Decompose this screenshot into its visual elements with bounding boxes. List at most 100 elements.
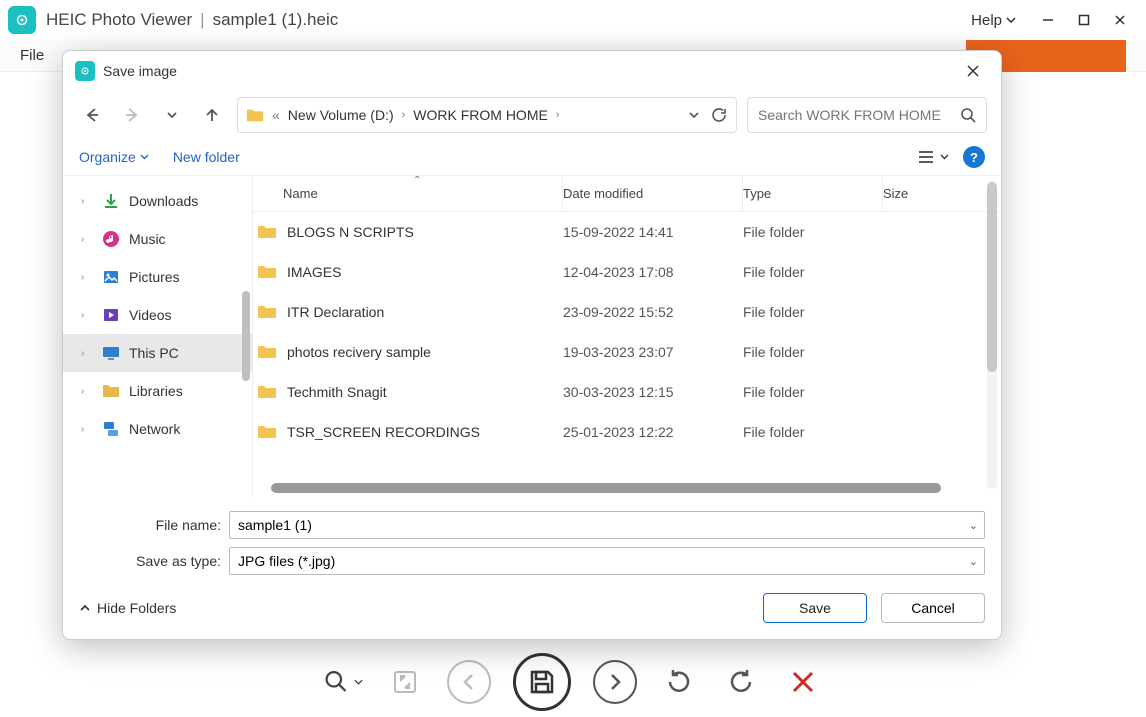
nav-back-button[interactable] (77, 100, 107, 130)
row-date: 19-03-2023 23:07 (563, 344, 743, 360)
list-vscrollbar-thumb[interactable] (987, 182, 997, 372)
folder-tree: › Downloads › Music ›Pictures›Videos›This PC… (63, 176, 253, 497)
organize-menu[interactable]: Organize (79, 149, 149, 165)
row-type: File folder (743, 344, 883, 360)
expand-icon[interactable]: › (81, 196, 93, 207)
list-row[interactable]: ITR Declaration23-09-2022 15:52File fold… (253, 292, 1001, 332)
refresh-icon[interactable] (710, 106, 728, 124)
tree-item-label: Music (129, 231, 166, 247)
folder-icon (253, 304, 283, 320)
next-button[interactable] (593, 660, 637, 704)
previous-button[interactable] (447, 660, 491, 704)
expand-icon[interactable]: › (81, 272, 93, 283)
title-separator: | (200, 10, 204, 30)
pictures-icon (101, 267, 121, 287)
chevron-down-icon (940, 154, 949, 160)
delete-button[interactable] (783, 662, 823, 702)
fullscreen-button[interactable] (385, 662, 425, 702)
help-menu[interactable]: Help (971, 12, 1016, 29)
row-type: File folder (743, 264, 883, 280)
arrow-up-icon (203, 106, 221, 124)
row-type: File folder (743, 224, 883, 240)
expand-icon[interactable]: › (81, 234, 93, 245)
magnifier-icon (323, 667, 350, 697)
tree-item-libraries[interactable]: ›Libraries (63, 372, 252, 410)
search-icon[interactable] (960, 107, 976, 123)
expand-icon[interactable]: › (81, 348, 93, 359)
expand-icon[interactable]: › (81, 310, 93, 321)
search-input[interactable] (758, 107, 960, 123)
tree-item-music[interactable]: › Music (63, 220, 252, 258)
tree-scrollbar-thumb[interactable] (242, 291, 250, 381)
list-row[interactable]: Techmith Snagit30-03-2023 12:15File fold… (253, 372, 1001, 412)
app-logo-icon (8, 6, 36, 34)
col-type[interactable]: Type (743, 176, 883, 211)
hide-folders-toggle[interactable]: Hide Folders (79, 600, 176, 616)
network-icon (101, 419, 121, 439)
videos-icon (101, 305, 121, 325)
list-row[interactable]: IMAGES12-04-2023 17:08File folder (253, 252, 1001, 292)
chevron-down-icon[interactable]: ⌄ (969, 519, 978, 532)
file-name-input[interactable]: sample1 (1)⌄ (229, 511, 985, 539)
search-box[interactable] (747, 97, 987, 133)
list-row[interactable]: photos recivery sample19-03-2023 23:07Fi… (253, 332, 1001, 372)
menu-file[interactable]: File (20, 47, 44, 64)
nav-forward-button[interactable] (117, 100, 147, 130)
col-name[interactable]: Name⌃ (253, 176, 563, 211)
tree-item-network[interactable]: › Network (63, 410, 252, 448)
dialog-nav: « New Volume (D:) › WORK FROM HOME › (63, 91, 1001, 139)
row-type: File folder (743, 384, 883, 400)
addr-dropdown-icon[interactable] (688, 111, 700, 119)
close-icon (966, 64, 980, 78)
dialog-titlebar: Save image (63, 51, 1001, 91)
addr-folder[interactable]: WORK FROM HOME (413, 107, 548, 123)
save-dialog-cancel-button[interactable]: Cancel (881, 593, 985, 623)
nav-recent-button[interactable] (157, 100, 187, 130)
download-icon (101, 191, 121, 211)
minimize-button[interactable] (1030, 2, 1066, 38)
expand-icon[interactable]: › (81, 424, 93, 435)
addr-drive[interactable]: New Volume (D:) (288, 107, 394, 123)
tree-item-this-pc[interactable]: ›This PC (63, 334, 252, 372)
rotate-right-button[interactable] (721, 662, 761, 702)
chevron-right-icon: › (556, 109, 560, 121)
save-dialog-save-button[interactable]: Save (763, 593, 867, 623)
tree-item-label: Downloads (129, 193, 198, 209)
nav-up-button[interactable] (197, 100, 227, 130)
list-row[interactable]: TSR_SCREEN RECORDINGS25-01-2023 12:22Fil… (253, 412, 1001, 452)
dialog-footer: Hide Folders Save Cancel (63, 583, 1001, 639)
list-hscrollbar-thumb[interactable] (271, 483, 941, 493)
col-date[interactable]: Date modified (563, 176, 743, 211)
row-name: TSR_SCREEN RECORDINGS (283, 424, 563, 440)
row-name: ITR Declaration (283, 304, 563, 320)
music-icon (101, 229, 121, 249)
save-button[interactable] (513, 653, 571, 711)
fullscreen-icon (391, 668, 419, 696)
tree-item-videos[interactable]: ›Videos (63, 296, 252, 334)
save-type-select[interactable]: JPG files (*.jpg)⌄ (229, 547, 985, 575)
tree-item-pictures[interactable]: ›Pictures (63, 258, 252, 296)
dialog-title: Save image (103, 63, 177, 79)
close-x-icon (789, 668, 817, 696)
zoom-button[interactable] (323, 662, 363, 702)
chevron-down-icon[interactable]: ⌄ (969, 555, 978, 568)
address-bar[interactable]: « New Volume (D:) › WORK FROM HOME › (237, 97, 737, 133)
tree-item-label: Network (129, 421, 180, 437)
floppy-disk-icon (527, 667, 557, 697)
expand-icon[interactable]: › (81, 386, 93, 397)
open-file-name: sample1 (1).heic (213, 10, 339, 30)
maximize-button[interactable] (1066, 2, 1102, 38)
list-row[interactable]: BLOGS N SCRIPTS15-09-2022 14:41File fold… (253, 212, 1001, 252)
rotate-left-button[interactable] (659, 662, 699, 702)
col-size[interactable]: Size (883, 176, 953, 211)
new-folder-button[interactable]: New folder (173, 149, 240, 165)
help-button[interactable]: ? (963, 146, 985, 168)
tree-item-downloads[interactable]: › Downloads (63, 182, 252, 220)
file-name-label: File name: (79, 517, 229, 533)
chevron-down-icon (140, 154, 149, 160)
title-bar: HEIC Photo Viewer | sample1 (1).heic Hel… (0, 0, 1146, 40)
dialog-close-button[interactable] (957, 55, 989, 87)
row-date: 23-09-2022 15:52 (563, 304, 743, 320)
view-menu[interactable] (918, 150, 949, 164)
close-button[interactable] (1102, 2, 1138, 38)
